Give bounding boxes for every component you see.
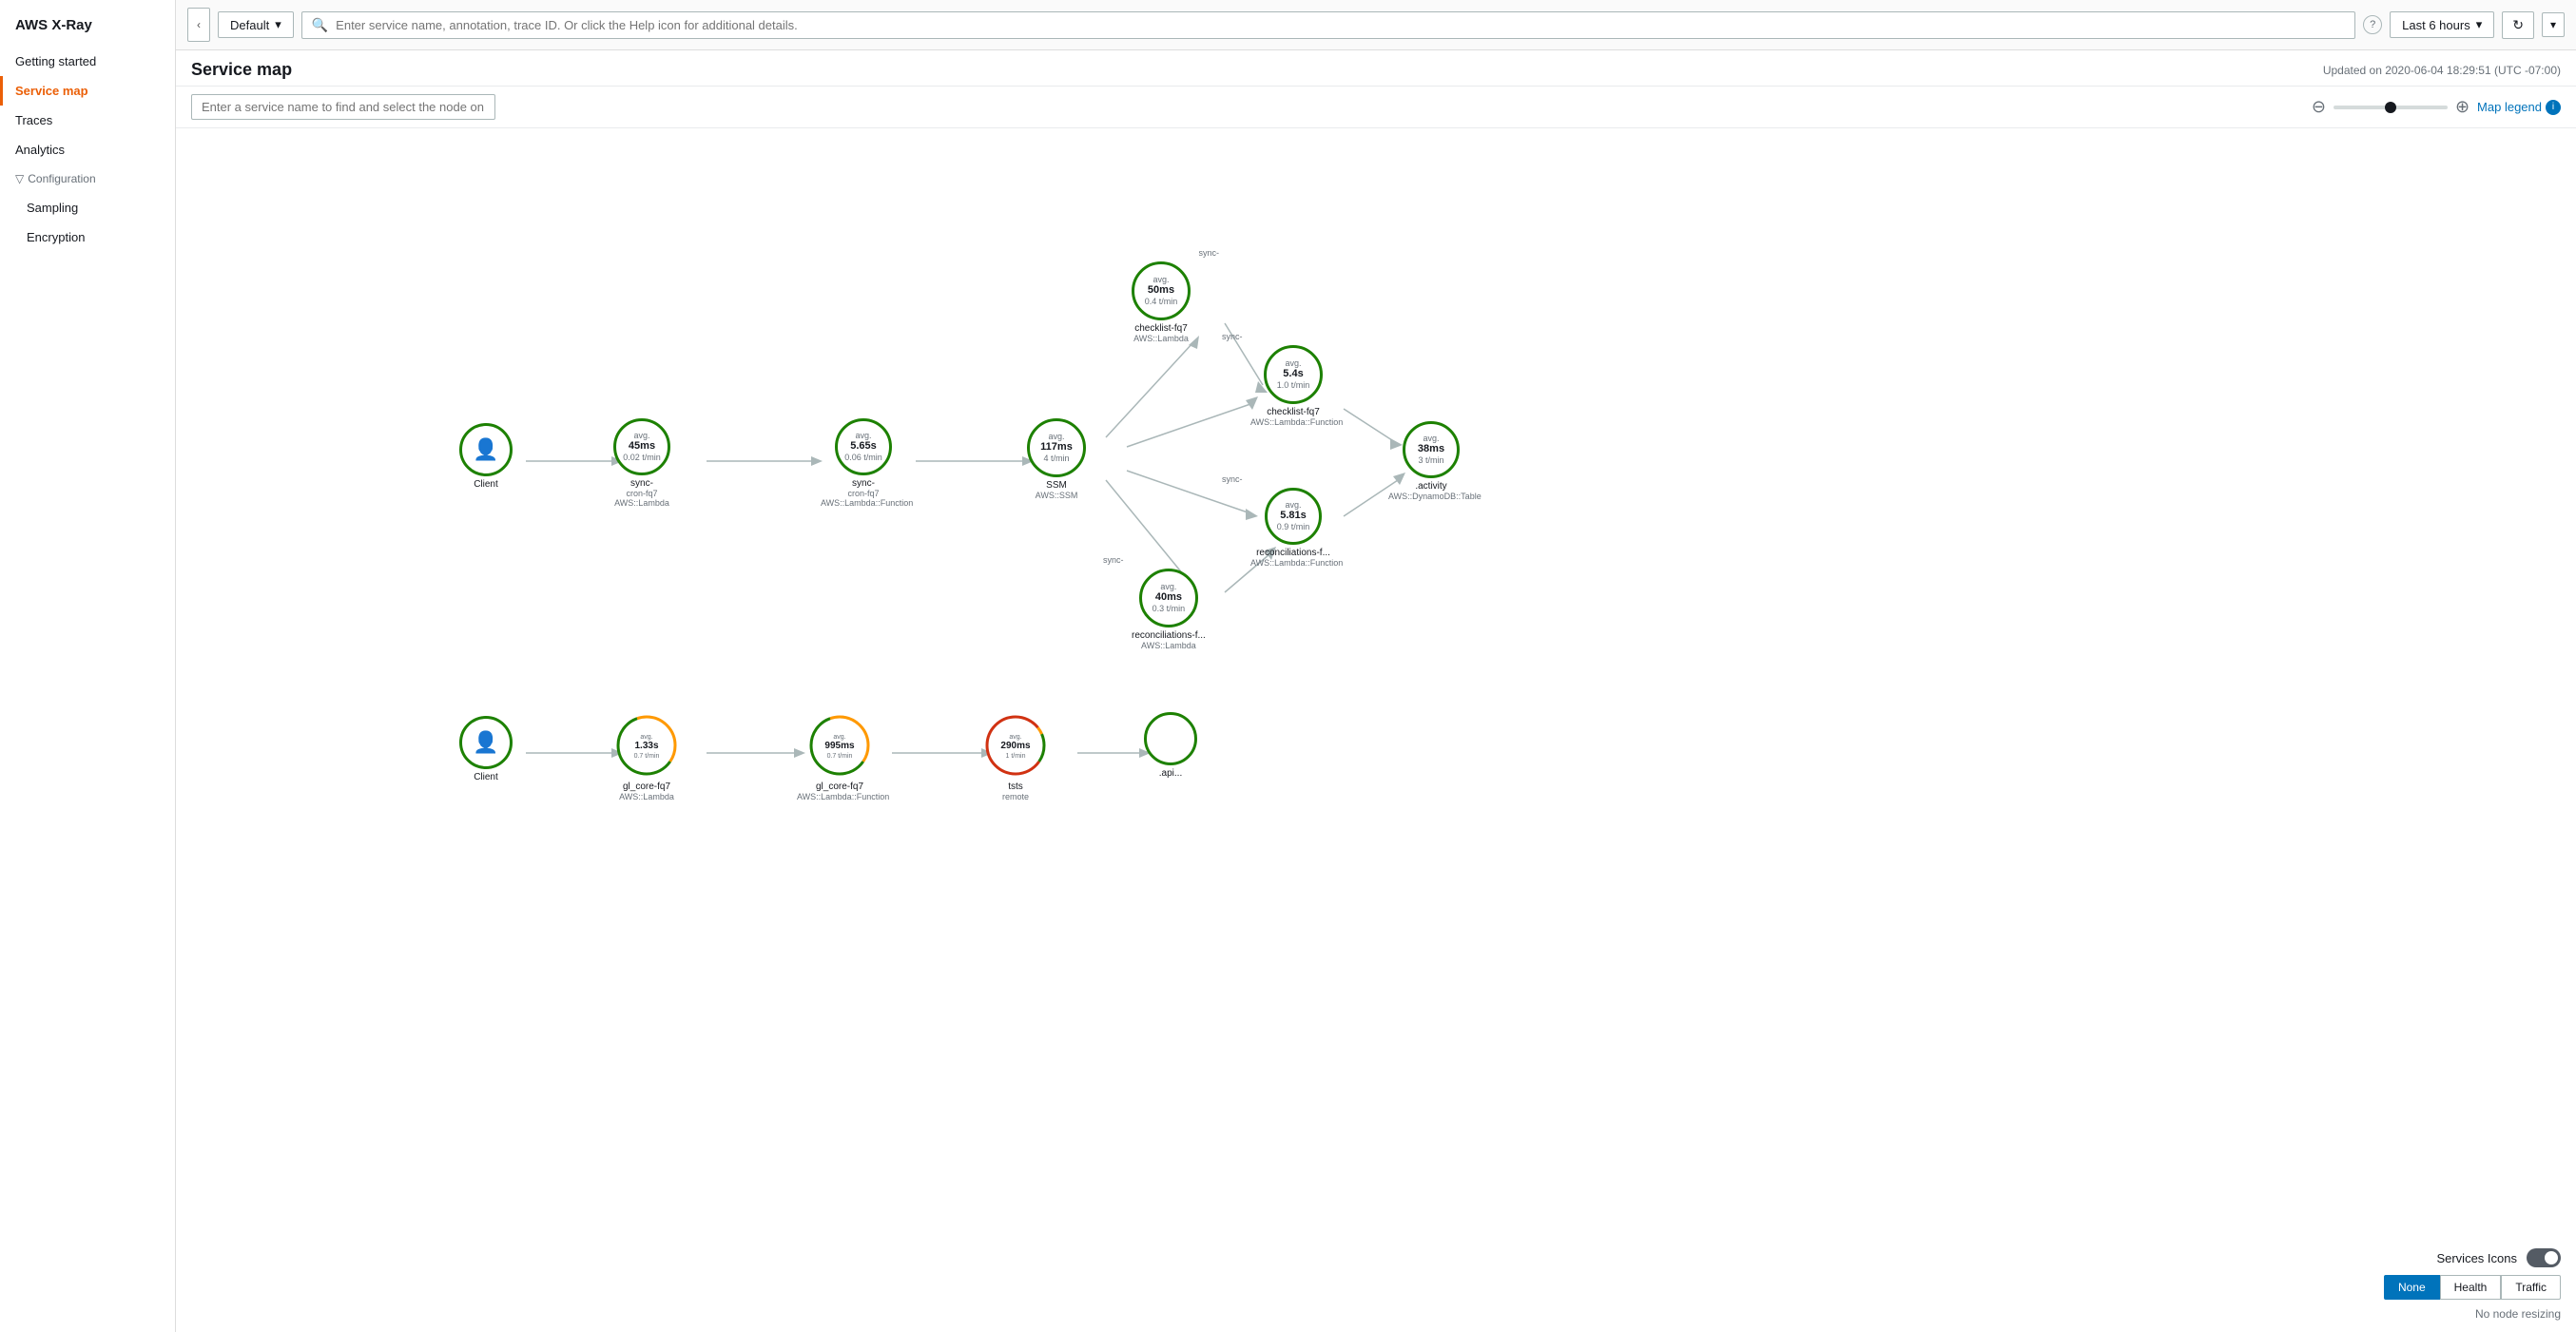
connections-svg xyxy=(176,128,2576,1332)
svg-text:290ms: 290ms xyxy=(1000,741,1031,751)
gl-core-function-ring: avg. 995ms 0.7 t/min xyxy=(806,712,873,779)
svg-text:0.7 t/min: 0.7 t/min xyxy=(827,753,853,760)
app-title: AWS X-Ray xyxy=(0,8,175,47)
node-gl-core-lambda[interactable]: avg. 1.33s 0.7 t/min gl_core-fq7 AWS::La… xyxy=(613,712,680,801)
sidebar-item-getting-started[interactable]: Getting started xyxy=(0,47,175,76)
node-client1[interactable]: 👤 Client xyxy=(459,423,513,490)
svg-text:1 t/min: 1 t/min xyxy=(1005,753,1025,760)
view-traffic-button[interactable]: Traffic xyxy=(2501,1275,2561,1300)
sidebar-item-service-map[interactable]: Service map xyxy=(0,76,175,106)
map-legend-link[interactable]: Map legend i xyxy=(2477,100,2561,115)
time-dropdown-arrow: ▾ xyxy=(2476,17,2483,32)
node-checklist-right[interactable]: avg. 5.4s 1.0 t/min checklist-fq7 AWS::L… xyxy=(1250,345,1336,427)
client-icon: 👤 xyxy=(473,437,498,462)
node-reconciliations-mid[interactable]: avg. 5.81s 0.9 t/min reconciliations-f..… xyxy=(1250,488,1336,568)
page-title: Service map xyxy=(191,60,292,80)
svg-text:1.33s: 1.33s xyxy=(634,741,658,751)
node-label: Client xyxy=(474,479,498,490)
bottom-panel: Services Icons None Health Traffic No no… xyxy=(2384,1248,2561,1321)
search-icon: 🔍 xyxy=(312,17,328,33)
help-icon[interactable]: ? xyxy=(2363,15,2382,34)
services-icons-label: Services Icons xyxy=(2436,1251,2517,1265)
sidebar-item-analytics[interactable]: Analytics xyxy=(0,135,175,164)
sidebar-item-encryption[interactable]: Encryption xyxy=(0,222,175,252)
svg-text:995ms: 995ms xyxy=(824,741,855,751)
node-tsts-remote[interactable]: avg. 290ms 1 t/min tsts remote xyxy=(982,712,1049,801)
node-gl-core-function[interactable]: avg. 995ms 0.7 t/min gl_core-fq7 AWS::La… xyxy=(797,712,882,801)
refresh-button[interactable]: ↻ xyxy=(2502,11,2534,39)
view-none-button[interactable]: None xyxy=(2384,1275,2440,1300)
node-checklist-top[interactable]: avg. 50ms 0.4 t/min checklist-fq7 AWS::L… xyxy=(1132,261,1191,343)
no-resize-label: No node resizing xyxy=(2475,1307,2561,1321)
node-client2-label: Client xyxy=(474,772,498,782)
updated-timestamp: Updated on 2020-06-04 18:29:51 (UTC -07:… xyxy=(2323,64,2561,77)
filter-bar: ⊖ ⊕ Map legend i xyxy=(176,87,2576,128)
services-icons-row: Services Icons xyxy=(2436,1248,2561,1267)
sidebar-section-configuration[interactable]: ▽ Configuration xyxy=(0,164,175,193)
node-sync-cron-function[interactable]: avg. 5.65s 0.06 t/min sync- cron-fq7 AWS… xyxy=(821,418,906,508)
svg-text:0.7 t/min: 0.7 t/min xyxy=(634,753,660,760)
time-range-dropdown[interactable]: Last 6 hours ▾ xyxy=(2390,11,2494,38)
node-reconciliations-bot[interactable]: avg. 40ms 0.3 t/min reconciliations-f...… xyxy=(1132,569,1206,650)
node-client2[interactable]: 👤 Client xyxy=(459,716,513,782)
search-input[interactable] xyxy=(336,18,2345,32)
node-activity[interactable]: avg. 38ms 3 t/min .activity AWS::DynamoD… xyxy=(1388,421,1474,501)
map-canvas: 👤 Client avg. 45ms 0.02 t/min sync- cron… xyxy=(176,128,2576,1332)
tsts-ring: avg. 290ms 1 t/min xyxy=(982,712,1049,779)
gl-core-lambda-ring: avg. 1.33s 0.7 t/min xyxy=(613,712,680,779)
more-options-button[interactable]: ▾ xyxy=(2542,12,2565,37)
zoom-slider[interactable] xyxy=(2334,106,2448,109)
zoom-controls: ⊖ ⊕ Map legend i xyxy=(2312,97,2561,117)
search-bar: 🔍 xyxy=(301,11,2355,39)
sidebar-collapse-button[interactable]: ‹ xyxy=(187,8,210,42)
main-area: ‹ Default ▾ 🔍 ? Last 6 hours ▾ ↻ ▾ Servi… xyxy=(176,0,2576,1332)
node-ssm[interactable]: avg. 117ms 4 t/min SSM AWS::SSM xyxy=(1027,418,1086,500)
view-buttons: None Health Traffic xyxy=(2384,1275,2561,1300)
node-api[interactable]: .api... xyxy=(1144,712,1197,779)
sidebar-item-traces[interactable]: Traces xyxy=(0,106,175,135)
svg-text:avg.: avg. xyxy=(833,734,845,741)
sidebar: AWS X-Ray Getting started Service map Tr… xyxy=(0,0,176,1332)
content-area: Service map Updated on 2020-06-04 18:29:… xyxy=(176,50,2576,1332)
zoom-out-button[interactable]: ⊖ xyxy=(2312,97,2326,117)
sidebar-item-sampling[interactable]: Sampling xyxy=(0,193,175,222)
svg-text:avg.: avg. xyxy=(640,734,652,741)
client2-icon: 👤 xyxy=(473,730,498,755)
default-dropdown[interactable]: Default ▾ xyxy=(218,11,294,38)
node-sync-cron-lambda[interactable]: avg. 45ms 0.02 t/min sync- cron-fq7 AWS:… xyxy=(613,418,670,508)
node-filter-input[interactable] xyxy=(191,94,495,120)
topbar: ‹ Default ▾ 🔍 ? Last 6 hours ▾ ↻ ▾ xyxy=(176,0,2576,50)
view-health-button[interactable]: Health xyxy=(2440,1275,2502,1300)
dropdown-arrow-icon: ▾ xyxy=(275,17,281,32)
collapse-icon: ▽ xyxy=(15,172,24,185)
svg-text:avg.: avg. xyxy=(1009,734,1021,741)
zoom-in-button[interactable]: ⊕ xyxy=(2455,97,2469,117)
info-icon: i xyxy=(2546,100,2561,115)
services-icons-toggle[interactable] xyxy=(2527,1248,2561,1267)
content-header: Service map Updated on 2020-06-04 18:29:… xyxy=(176,50,2576,87)
